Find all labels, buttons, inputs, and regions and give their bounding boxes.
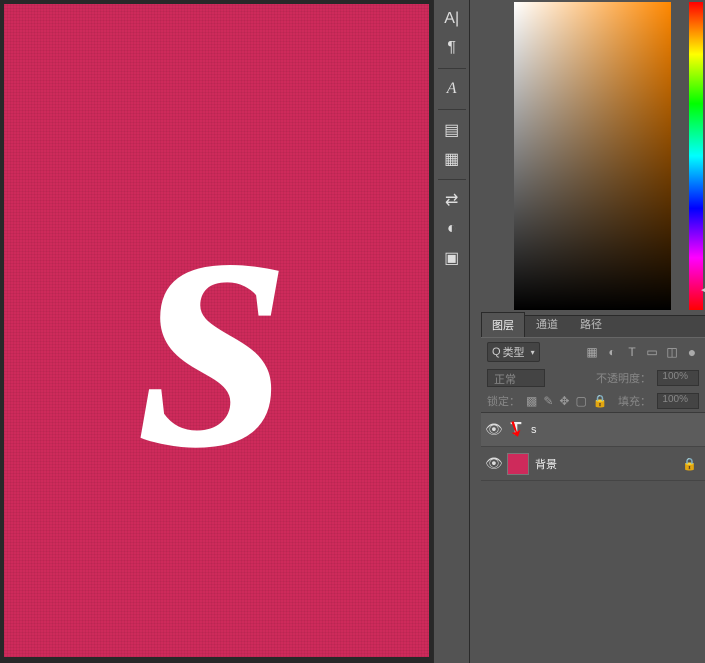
bg-layer-thumb <box>507 453 529 475</box>
color-panel <box>481 0 705 315</box>
filter-smart-icon[interactable]: ◫ <box>665 345 679 359</box>
lock-fill-row: 锁定： ▩ ✎ ✥ ▢ 🔒 填充： 100% <box>481 390 705 412</box>
lock-brush-icon[interactable]: ✎ <box>543 394 553 408</box>
character-styles-icon[interactable]: ▦ <box>438 146 466 172</box>
layer-kind-dropdown[interactable]: Q 类型 ▾ <box>487 342 540 362</box>
character-panel-icon[interactable]: A| <box>438 6 466 32</box>
separator <box>438 179 466 180</box>
layers-panel: Q 类型 ▾ ▦ ◐ T ▭ ◫ ● 正常 不透明度： 100% 锁定： ▩ <box>481 337 705 663</box>
fill-input[interactable]: 100% <box>657 393 699 409</box>
styles-panel-icon[interactable]: ◐ <box>438 216 466 242</box>
opacity-input[interactable]: 100% <box>657 370 699 386</box>
separator <box>438 68 466 69</box>
layer-name[interactable]: 背景 <box>535 456 557 472</box>
blend-mode-select[interactable]: 正常 <box>487 369 545 387</box>
filter-shape-icon[interactable]: ▭ <box>645 345 659 359</box>
layer-comps-icon[interactable]: ▣ <box>438 245 466 271</box>
gap <box>470 0 481 663</box>
paragraph-styles-icon[interactable]: ▤ <box>438 117 466 143</box>
fill-label: 填充： <box>618 393 651 409</box>
panel-icon-strip: A| ¶ A ▤ ▦ ⇄ ◐ ▣ <box>433 0 470 663</box>
lock-buttons: ▩ ✎ ✥ ▢ 🔒 <box>526 394 608 408</box>
layer-name[interactable]: s <box>531 424 537 436</box>
tab-layers[interactable]: 图层 <box>481 312 525 337</box>
lock-icon: 🔒 <box>682 457 701 471</box>
layer-row[interactable]: 👁 背景 🔒 <box>481 447 705 481</box>
lock-all-icon[interactable]: 🔒 <box>593 394 608 408</box>
hue-slider[interactable] <box>689 2 703 310</box>
blend-mode-value: 正常 <box>494 374 516 386</box>
tab-channels[interactable]: 通道 <box>525 311 569 337</box>
paragraph-panel-icon[interactable]: ¶ <box>438 35 466 61</box>
lock-position-icon[interactable]: ✥ <box>559 394 569 408</box>
adjustments-panel-icon[interactable]: ⇄ <box>438 187 466 213</box>
blend-opacity-row: 正常 不透明度： 100% <box>481 366 705 390</box>
document-canvas[interactable]: s <box>4 4 429 657</box>
filter-image-icon[interactable]: ▦ <box>585 345 599 359</box>
canvas-viewport: s <box>0 0 433 663</box>
kind-label: 类型 <box>503 344 525 360</box>
eye-icon: 👁 <box>485 455 503 471</box>
filter-toggle-icon[interactable]: ● <box>685 345 699 359</box>
eye-icon: 👁 <box>485 421 503 437</box>
right-panels: 图层 通道 路径 Q 类型 ▾ ▦ ◐ T ▭ ◫ ● 正常 不透明度： <box>481 0 705 663</box>
visibility-toggle[interactable]: 👁 <box>485 455 501 472</box>
layer-filter-row: Q 类型 ▾ ▦ ◐ T ▭ ◫ ● <box>481 337 705 366</box>
layer-list: 👁 T s 👁 背景 🔒 <box>481 412 705 663</box>
layer-filter-icons: ▦ ◐ T ▭ ◫ ● <box>585 345 699 359</box>
lock-artboard-icon[interactable]: ▢ <box>575 394 586 408</box>
lock-pixels-icon[interactable]: ▩ <box>526 394 537 408</box>
filter-text-icon[interactable]: T <box>625 345 639 359</box>
visibility-toggle[interactable]: 👁 <box>485 421 501 438</box>
glyphs-panel-icon[interactable]: A <box>438 76 466 102</box>
color-saturation-field[interactable] <box>514 2 671 310</box>
chevron-down-icon: ▾ <box>531 348 535 357</box>
panel-tabs: 图层 通道 路径 <box>481 315 705 337</box>
opacity-label: 不透明度： <box>596 370 651 386</box>
text-layer-thumb: T <box>507 419 525 441</box>
layer-row[interactable]: 👁 T s <box>481 413 705 447</box>
separator <box>438 109 466 110</box>
lock-label: 锁定： <box>487 393 520 409</box>
search-icon: Q <box>492 346 501 358</box>
text-layer-s[interactable]: s <box>143 165 291 469</box>
filter-adjust-icon[interactable]: ◐ <box>605 345 619 359</box>
tab-paths[interactable]: 路径 <box>569 311 613 337</box>
